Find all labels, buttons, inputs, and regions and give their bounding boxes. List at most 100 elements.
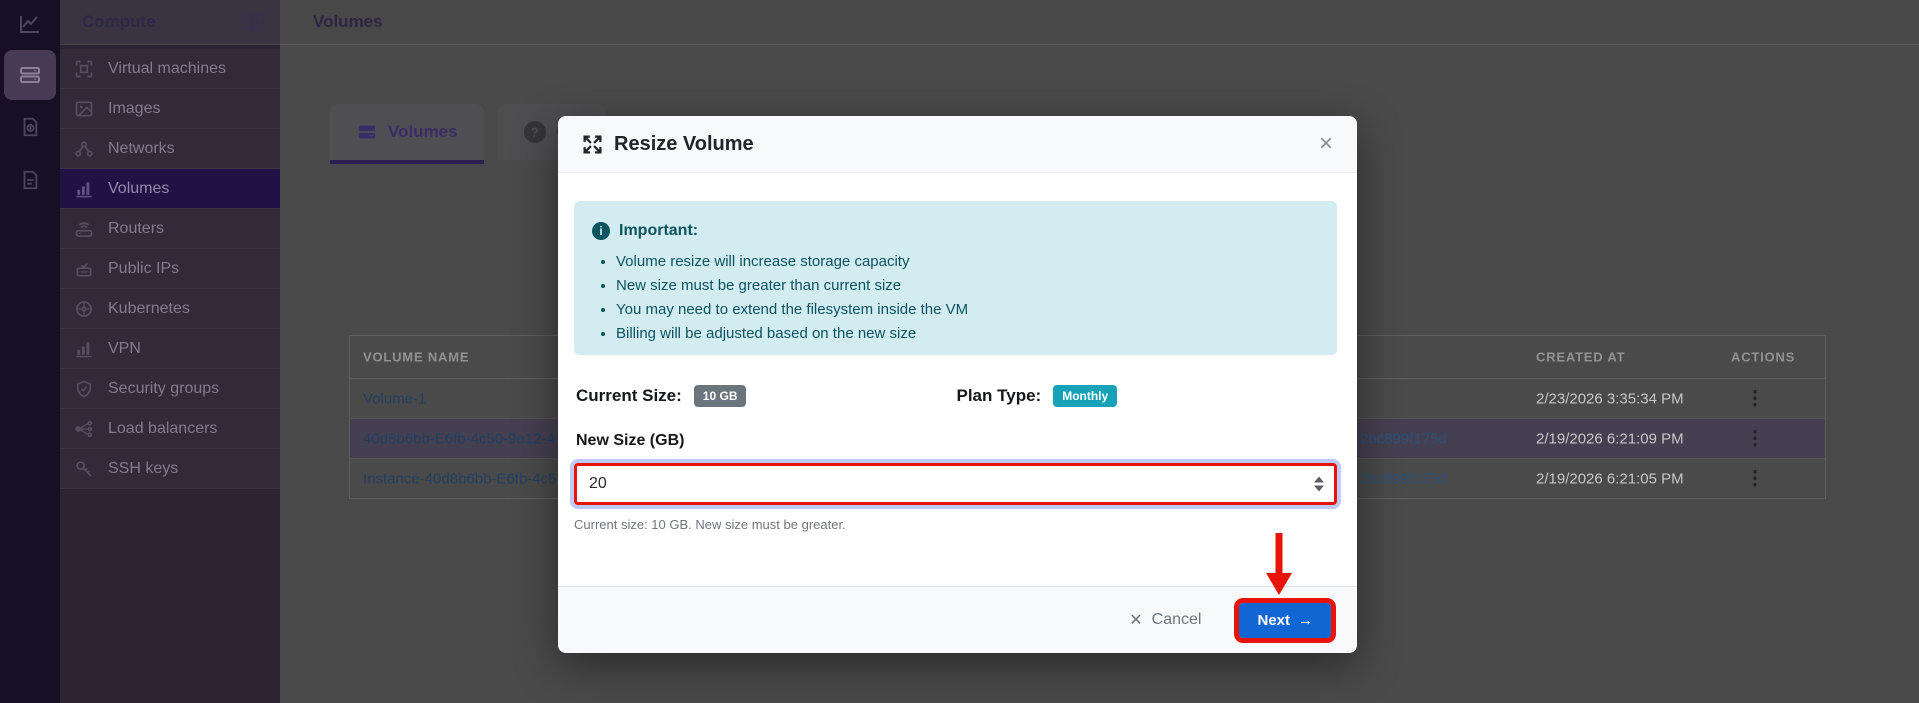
- created-at-value: 2/23/2026 3:35:34 PM: [1536, 390, 1684, 407]
- sidebar-item-vpn[interactable]: VPN: [60, 329, 280, 369]
- column-header-created-at: CREATED AT: [1536, 350, 1625, 365]
- sidebar-item-label: VPN: [108, 340, 141, 358]
- row-actions-kebab-icon[interactable]: ⋮: [1738, 467, 1772, 490]
- resize-arrows-icon: [582, 134, 603, 155]
- sidebar-item-load-balancers[interactable]: Load balancers: [60, 409, 280, 449]
- sidebar-item-label: Virtual machines: [108, 60, 226, 78]
- sidebar-item-label: Public IPs: [108, 260, 179, 278]
- plan-type-label: Plan Type:: [957, 386, 1042, 406]
- plan-type-badge: Monthly: [1053, 385, 1117, 407]
- plan-type-group: Plan Type: Monthly: [957, 385, 1338, 407]
- current-size-label: Current Size:: [576, 386, 682, 406]
- info-heading: Important:: [619, 222, 698, 240]
- sidebar-item-label: SSH keys: [108, 460, 178, 478]
- info-heading-row: i Important:: [592, 222, 1319, 240]
- info-bullet: You may need to extend the filesystem in…: [616, 298, 1319, 322]
- column-header-volume-name: VOLUME NAME: [363, 350, 469, 365]
- new-size-input[interactable]: [574, 463, 1337, 505]
- sidebar-item-kubernetes[interactable]: Kubernetes: [60, 289, 280, 329]
- modal-title: Resize Volume: [614, 133, 754, 156]
- info-bullet: Volume resize will increase storage capa…: [616, 250, 1319, 274]
- info-bullet: Billing will be adjusted based on the ne…: [616, 322, 1319, 346]
- modal-footer: ✕ Cancel Next →: [558, 586, 1357, 653]
- sidebar-item-images[interactable]: Images: [60, 89, 280, 129]
- topbar: Volumes: [280, 0, 1919, 45]
- sidebar-item-networks[interactable]: Networks: [60, 129, 280, 169]
- volume-name-link[interactable]: Instance-40d8b6bb-E6fb-4c5: [363, 470, 556, 487]
- row-actions-kebab-icon[interactable]: ⋮: [1738, 427, 1772, 450]
- compute-rail-item[interactable]: [4, 50, 56, 100]
- resize-volume-modal: Resize Volume × i Important: Volume resi…: [558, 116, 1357, 653]
- bars-icon: [74, 339, 94, 359]
- sidebar: Compute Virtual machines Images: [60, 0, 280, 703]
- public-ip-icon: [74, 259, 94, 279]
- network-icon: [74, 139, 94, 159]
- info-icon: i: [592, 222, 610, 240]
- sidebar-item-security-groups[interactable]: Security groups: [60, 369, 280, 409]
- image-icon: [74, 99, 94, 119]
- attached-instance-link[interactable]: 2bc899f175d: [1360, 470, 1447, 487]
- key-icon: [74, 459, 94, 479]
- sidebar-item-routers[interactable]: Routers: [60, 209, 280, 249]
- tab-volumes[interactable]: Volumes: [330, 104, 484, 164]
- input-helper-text: Current size: 10 GB. New size must be gr…: [574, 517, 1337, 532]
- modal-header: Resize Volume ×: [558, 116, 1357, 173]
- number-spinner[interactable]: [1314, 477, 1324, 492]
- attached-instance-link[interactable]: 2bc899f175d: [1360, 430, 1447, 447]
- column-header-actions: ACTIONS: [1731, 350, 1765, 365]
- close-icon[interactable]: ×: [1319, 132, 1333, 156]
- info-bullet-list: Volume resize will increase storage capa…: [616, 250, 1319, 346]
- sidebar-item-label: Load balancers: [108, 420, 217, 438]
- spinner-down-icon[interactable]: [1314, 486, 1324, 492]
- icon-rail: [0, 0, 60, 703]
- info-bullet: New size must be greater than current si…: [616, 274, 1319, 298]
- sidebar-item-label: Routers: [108, 220, 164, 238]
- sidebar-item-label: Images: [108, 100, 160, 118]
- next-label: Next: [1257, 612, 1290, 629]
- billing-icon[interactable]: [19, 115, 41, 139]
- sidebar-item-label: Volumes: [108, 180, 169, 198]
- created-at-value: 2/19/2026 6:21:09 PM: [1536, 430, 1684, 447]
- volume-name-link[interactable]: Volume-1: [363, 390, 426, 407]
- bars-icon: [74, 179, 94, 199]
- servers-icon: [18, 63, 42, 87]
- sidebar-item-label: Networks: [108, 140, 175, 158]
- next-button[interactable]: Next →: [1239, 603, 1331, 638]
- sidebar-item-label: Security groups: [108, 380, 219, 398]
- cancel-x-icon: ✕: [1129, 610, 1142, 630]
- shield-icon: [74, 379, 94, 399]
- sidebar-item-public-ips[interactable]: Public IPs: [60, 249, 280, 289]
- important-info-box: i Important: Volume resize will increase…: [574, 201, 1337, 355]
- current-size-badge: 10 GB: [694, 385, 747, 407]
- volumes-tab-icon: [356, 121, 378, 143]
- volume-name-link[interactable]: 40d8b6bb-E6fb-4c50-9e12-4: [363, 430, 555, 447]
- sidebar-menu: Virtual machines Images Networks Volumes: [60, 49, 280, 489]
- sidebar-item-virtual-machines[interactable]: Virtual machines: [60, 49, 280, 89]
- sidebar-title: Compute: [82, 12, 156, 32]
- sidebar-item-volumes[interactable]: Volumes: [60, 169, 280, 209]
- collapse-sidebar-icon[interactable]: [244, 11, 266, 33]
- sidebar-item-ssh-keys[interactable]: SSH keys: [60, 449, 280, 489]
- created-at-value: 2/19/2026 6:21:05 PM: [1536, 470, 1684, 487]
- new-size-input-wrap: [574, 463, 1337, 505]
- row-actions-kebab-icon[interactable]: ⋮: [1738, 387, 1772, 410]
- current-size-group: Current Size: 10 GB: [576, 385, 957, 407]
- router-icon: [74, 219, 94, 239]
- sidebar-item-label: Kubernetes: [108, 300, 190, 318]
- vm-cube-icon: [74, 59, 94, 79]
- new-size-label: New Size (GB): [574, 432, 1337, 450]
- tab-volumes-label: Volumes: [388, 122, 458, 142]
- app-window: Compute Virtual machines Images: [0, 0, 1919, 703]
- spinner-up-icon[interactable]: [1314, 477, 1324, 483]
- question-circle-icon: ?: [524, 121, 546, 143]
- analytics-icon[interactable]: [18, 12, 42, 36]
- cancel-label: Cancel: [1152, 611, 1202, 629]
- cancel-button[interactable]: ✕ Cancel: [1123, 609, 1207, 631]
- size-plan-row: Current Size: 10 GB Plan Type: Monthly: [574, 385, 1337, 407]
- arrow-right-icon: →: [1298, 612, 1313, 629]
- reports-icon[interactable]: [19, 168, 41, 192]
- kubernetes-icon: [74, 299, 94, 319]
- sidebar-header: Compute: [60, 0, 280, 45]
- modal-body: i Important: Volume resize will increase…: [558, 173, 1357, 586]
- page-title: Volumes: [313, 12, 383, 32]
